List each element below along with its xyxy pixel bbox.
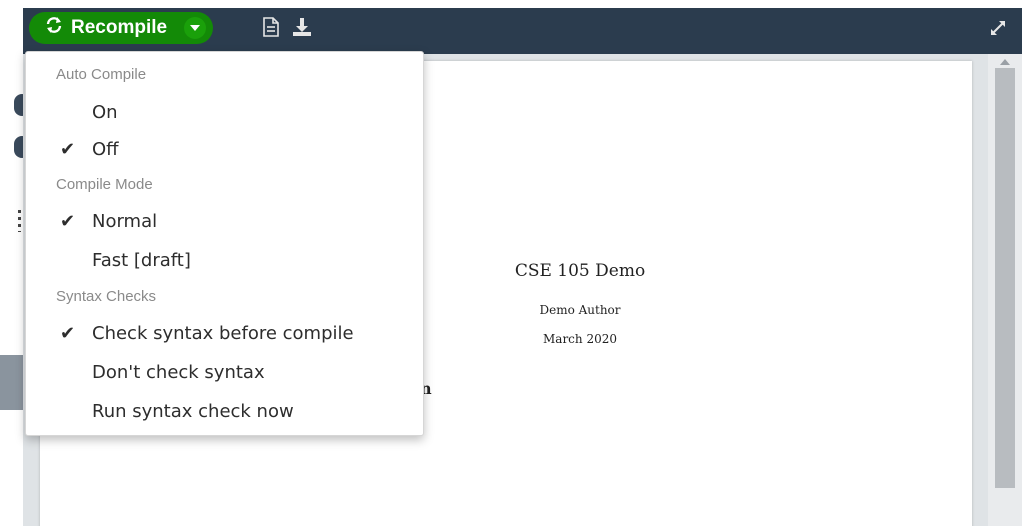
- menu-item-check-syntax[interactable]: ✔ Check syntax before compile: [26, 315, 423, 351]
- expand-icon[interactable]: [988, 18, 1010, 40]
- refresh-icon: [45, 16, 63, 40]
- menu-item-label: Don't check syntax: [92, 361, 265, 383]
- auto-compile-header: Auto Compile: [56, 66, 147, 83]
- recompile-options-menu: Auto Compile On ✔ Off Compile Mode ✔ Nor…: [25, 51, 424, 436]
- app-window: Recompile CSE 105 Demo Demo Author March…: [0, 0, 1022, 526]
- menu-item-label: Normal: [92, 210, 158, 232]
- checkmark-icon: ✔: [60, 210, 76, 232]
- recompile-label: Recompile: [71, 17, 168, 38]
- menu-item-label: On: [92, 101, 118, 123]
- syntax-checks-header: Syntax Checks: [56, 288, 157, 305]
- toolbar-top-border: [23, 0, 1022, 8]
- left-strip-segment: [0, 355, 23, 410]
- menu-item-label: Off: [92, 138, 119, 160]
- menu-item-label: Check syntax before compile: [92, 322, 354, 344]
- scroll-up-arrow-icon[interactable]: [998, 54, 1012, 68]
- recompile-options-toggle[interactable]: [177, 12, 214, 44]
- menu-item-mode-fast-draft[interactable]: Fast [draft]: [26, 242, 423, 278]
- left-panel-strip: [0, 0, 30, 526]
- caret-down-icon: [184, 17, 207, 39]
- menu-item-auto-compile-off[interactable]: ✔ Off: [26, 131, 423, 167]
- document-title: CSE 105 Demo: [514, 261, 646, 281]
- compile-mode-header: Compile Mode: [56, 176, 153, 193]
- pdf-scrollbar[interactable]: [988, 54, 1022, 526]
- document-author: Demo Author: [539, 303, 621, 317]
- checkmark-icon: ✔: [60, 138, 76, 160]
- download-icon[interactable]: [292, 17, 314, 39]
- drag-handle-dots[interactable]: [18, 210, 21, 232]
- menu-item-dont-check-syntax[interactable]: Don't check syntax: [26, 354, 423, 390]
- document-date: March 2020: [543, 332, 617, 346]
- scrollbar-thumb[interactable]: [995, 68, 1015, 488]
- document-icon[interactable]: [262, 17, 284, 39]
- menu-item-label: Fast [draft]: [92, 249, 191, 271]
- recompile-button[interactable]: Recompile: [29, 12, 178, 44]
- menu-item-mode-normal[interactable]: ✔ Normal: [26, 203, 423, 239]
- menu-item-label: Run syntax check now: [92, 400, 294, 422]
- menu-item-run-syntax-check[interactable]: Run syntax check now: [26, 393, 423, 429]
- checkmark-icon: ✔: [60, 322, 76, 344]
- recompile-button-group: Recompile: [29, 12, 214, 44]
- menu-item-auto-compile-on[interactable]: On: [26, 94, 423, 130]
